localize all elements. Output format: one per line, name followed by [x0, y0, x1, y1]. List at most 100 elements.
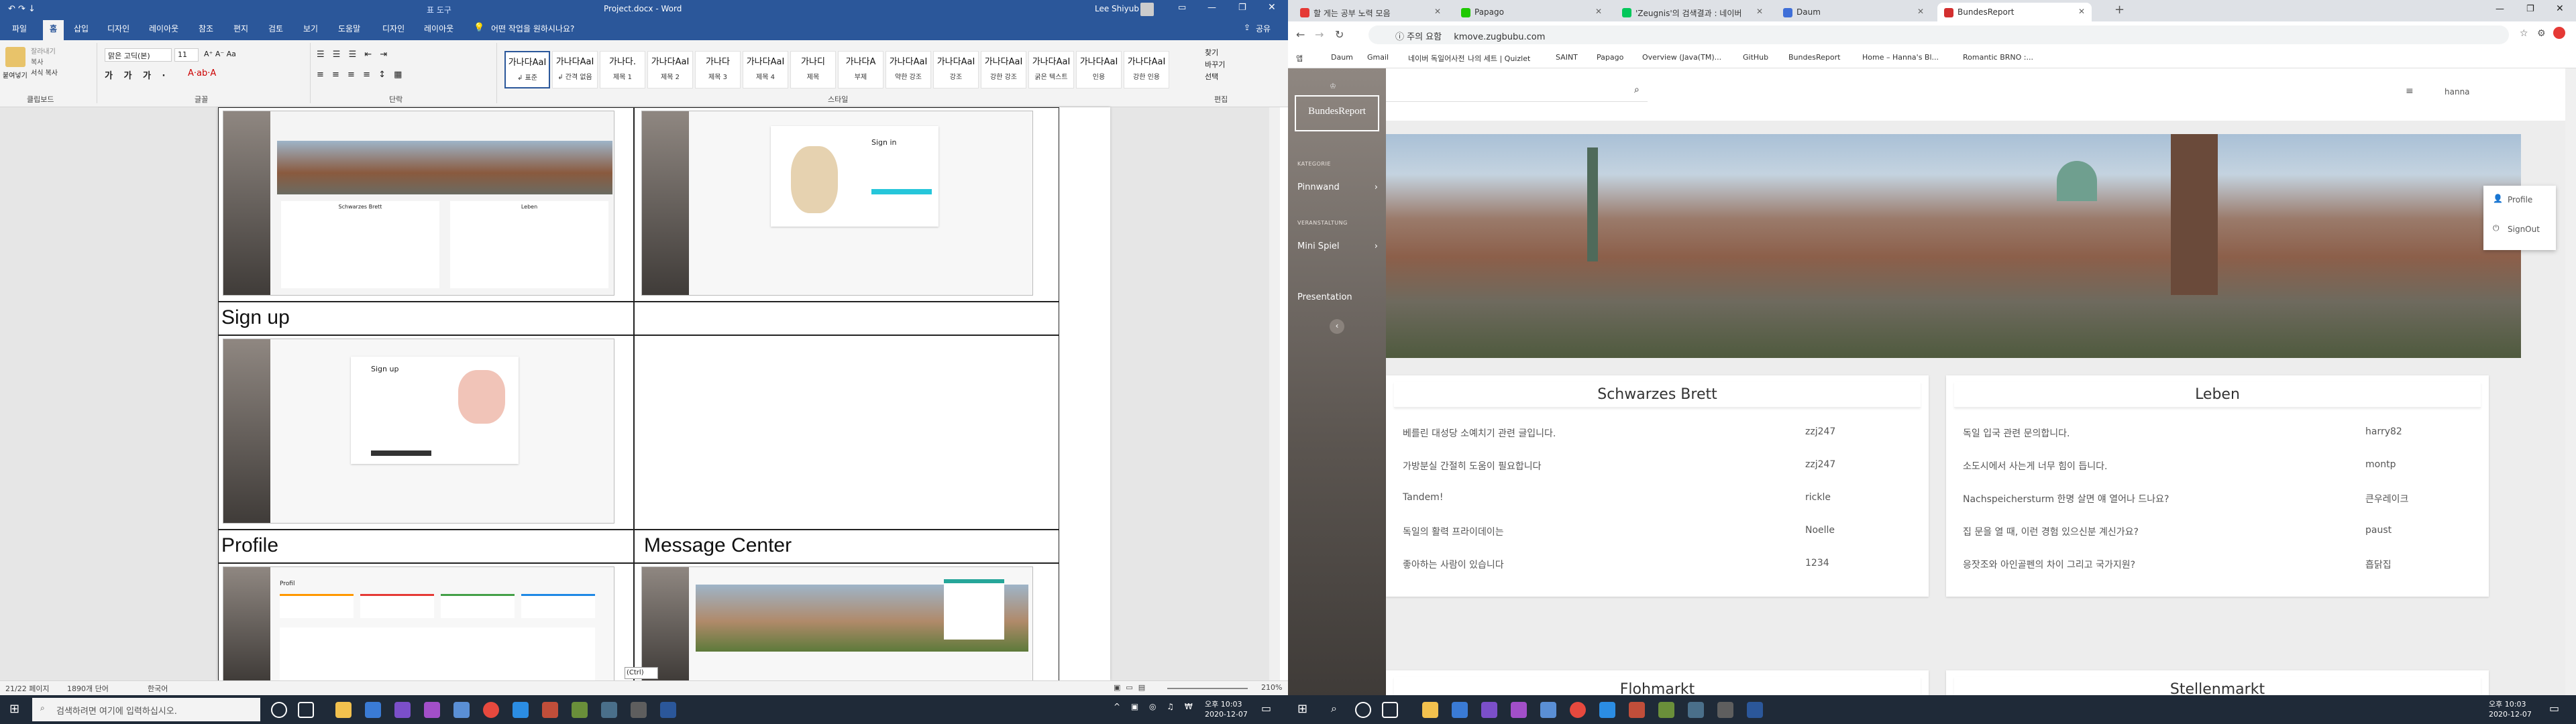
- tab-help[interactable]: 도움말: [338, 23, 360, 34]
- bookmark-item[interactable]: Overview (Java(TM)...: [1642, 53, 1721, 62]
- security-indicator[interactable]: ⓘ 주의 요함: [1395, 32, 1442, 42]
- app-icon[interactable]: [1452, 702, 1468, 718]
- zoom-level[interactable]: 210%: [1261, 683, 1282, 692]
- align-icons[interactable]: ≡ ≡ ≡ ≡ ↕ ▦: [317, 70, 405, 80]
- style-item[interactable]: 가나다AaI 제목 4: [743, 51, 788, 88]
- menu-item-signout[interactable]: SignOut: [2508, 225, 2540, 234]
- user-name[interactable]: Lee Shiyub: [1095, 4, 1139, 13]
- ribbon-display-icon[interactable]: ▭: [1178, 3, 1186, 13]
- explorer-icon[interactable]: [335, 702, 352, 718]
- bookmark-item[interactable]: 나의 세트 | Quizlet: [1468, 53, 1530, 64]
- grow-font-icon[interactable]: A⁺ A⁻ Aa: [204, 50, 236, 58]
- app-icon[interactable]: [601, 702, 617, 718]
- site-logo[interactable]: BundesReport: [1295, 95, 1379, 131]
- bookmark-item[interactable]: Romantic BRNO :...: [1963, 53, 2033, 62]
- copy-button[interactable]: 복사: [31, 56, 43, 66]
- app-icon[interactable]: [1629, 702, 1645, 718]
- tab-view[interactable]: 보기: [303, 23, 318, 34]
- board-row[interactable]: 소도시에서 사는게 너무 힘이 듭니다. montp: [1963, 459, 2472, 475]
- table-cell[interactable]: Schwarzes Brett Leben: [218, 107, 634, 302]
- board-row[interactable]: 독일 입국 관련 문의합니다. harry82: [1963, 426, 2472, 442]
- style-item[interactable]: 가나다AaI 약한 강조: [885, 51, 931, 88]
- tab-layout[interactable]: 레이아웃: [149, 23, 178, 34]
- paste-options-button[interactable]: (Ctrl): [625, 667, 658, 679]
- back-icon[interactable]: ←: [1296, 28, 1305, 41]
- style-item[interactable]: 가나다AaI 강조: [933, 51, 979, 88]
- board-row[interactable]: 독일의 활력 프라이데이는 Noelle: [1403, 525, 1912, 541]
- app-icon[interactable]: [1658, 702, 1674, 718]
- font-name-select[interactable]: 맑은 고딕(본): [105, 48, 172, 62]
- extensions-icon[interactable]: ⚙: [2537, 28, 2546, 39]
- nav-item-presentation[interactable]: Presentation: [1297, 292, 1378, 302]
- board-title[interactable]: Flohmarkt: [1394, 677, 1921, 695]
- post-title[interactable]: 독일 입국 관련 문의합니다.: [1963, 426, 2070, 440]
- board-title[interactable]: Leben: [1954, 382, 2481, 408]
- tab-file[interactable]: 파일: [12, 23, 27, 34]
- maximize-icon[interactable]: ❐: [2526, 4, 2534, 14]
- style-item[interactable]: 가나다AaI 강한 인용: [1124, 51, 1169, 88]
- cortana-icon[interactable]: [1355, 702, 1371, 718]
- browser-tab[interactable]: Daum ✕: [1776, 3, 1931, 21]
- table-cell[interactable]: Profile: [218, 530, 634, 563]
- style-item[interactable]: 가나다A 부제: [838, 51, 883, 88]
- board-title[interactable]: Stellenmarkt: [1954, 677, 2481, 695]
- board-row[interactable]: 집 문을 열 때, 이런 경험 있으신분 계신가요? paust: [1963, 525, 2472, 541]
- tab-close-icon[interactable]: ✕: [2078, 7, 2085, 16]
- page-count[interactable]: 21/22 페이지: [5, 683, 50, 694]
- word-icon[interactable]: [1747, 702, 1763, 718]
- cortana-icon[interactable]: [271, 702, 287, 718]
- find-button[interactable]: 찾기: [1205, 47, 1218, 58]
- table-cell[interactable]: Message Center: [634, 530, 1059, 563]
- format-painter-button[interactable]: 서식 복사: [31, 67, 58, 77]
- chrome-icon[interactable]: [1570, 702, 1586, 718]
- clock-time[interactable]: 오후 10:03: [2489, 699, 2526, 709]
- minimize-icon[interactable]: —: [1208, 3, 1216, 13]
- bold-italic-underline-buttons[interactable]: 가 가 가 ·: [105, 68, 169, 81]
- close-icon[interactable]: ✕: [1268, 2, 1276, 13]
- bookmark-item[interactable]: SAINT: [1556, 53, 1578, 62]
- post-title[interactable]: 독일의 활력 프라이데이는: [1403, 525, 1504, 538]
- language[interactable]: 한국어: [148, 683, 168, 694]
- task-view-icon[interactable]: [298, 702, 314, 718]
- tab-home[interactable]: 홈: [43, 20, 64, 40]
- share-button[interactable]: 공유: [1256, 23, 1271, 34]
- select-button[interactable]: 선택: [1205, 71, 1218, 82]
- table-cell[interactable]: Sign in: [634, 107, 1059, 302]
- post-title[interactable]: 가방분실 간절히 도움이 필요합니다: [1403, 459, 1542, 473]
- star-icon[interactable]: ☆: [2520, 28, 2528, 39]
- tell-me-search[interactable]: 어떤 작업을 원하시나요?: [491, 23, 574, 34]
- post-title[interactable]: 소도시에서 사는게 너무 힘이 듭니다.: [1963, 459, 2107, 473]
- board-row[interactable]: Nachspeichersturm 한명 살면 얘 열어나 드나요? 큰우레이크: [1963, 492, 2472, 508]
- browser-tab[interactable]: 'Zeugnis'의 검색결과 : 네이버 ✕: [1615, 3, 1770, 21]
- task-view-icon[interactable]: [1382, 702, 1398, 718]
- table-cell[interactable]: [634, 335, 1059, 530]
- notification-icon[interactable]: ▭: [2549, 702, 2559, 715]
- visual-studio-icon[interactable]: [424, 702, 440, 718]
- clock-time[interactable]: 오후 10:03: [1205, 699, 1242, 709]
- bookmark-item[interactable]: 네이버 독일어사전: [1408, 53, 1464, 64]
- search-icon[interactable]: ⌕: [1634, 84, 1640, 95]
- board-row[interactable]: 가방분실 간절히 도움이 필요합니다 zzj247: [1403, 459, 1912, 475]
- app-icon[interactable]: [631, 702, 647, 718]
- tab-review[interactable]: 검토: [268, 23, 283, 34]
- menu-item-profile[interactable]: Profile: [2508, 195, 2532, 204]
- style-item[interactable]: 가나다AaI ↲ 간격 없음: [552, 51, 598, 88]
- app-icon[interactable]: [1688, 702, 1704, 718]
- table-cell[interactable]: Sign up: [218, 302, 634, 335]
- style-item[interactable]: 가나다AaI 강한 강조: [981, 51, 1026, 88]
- style-item[interactable]: 가나다 제목 3: [695, 51, 741, 88]
- tray-icons[interactable]: ^ ▣ ◎ ♫ ₩: [1114, 702, 1197, 711]
- bookmark-item[interactable]: 앱: [1296, 53, 1303, 64]
- font-color-icon[interactable]: A·ab·A: [188, 68, 216, 78]
- search-icon[interactable]: ⌕: [1331, 702, 1337, 715]
- quick-access-toolbar[interactable]: ↶ ↷ ↓: [8, 4, 36, 14]
- tab-insert[interactable]: 삽입: [74, 23, 89, 34]
- share-icon[interactable]: ⇪: [1244, 23, 1250, 32]
- forward-icon[interactable]: →: [1315, 28, 1324, 41]
- styles-gallery[interactable]: 가나다AaI ↲ 표준 가나다AaI ↲ 간격 없음 가나다. 제목 1 가나다AaI 제목 …: [502, 40, 1175, 94]
- app-icon[interactable]: [394, 702, 411, 718]
- profile-avatar[interactable]: [2553, 27, 2565, 39]
- document-page[interactable]: Schwarzes Brett Leben Sign in Sign up Si…: [218, 107, 1110, 681]
- table-cell[interactable]: [634, 302, 1059, 335]
- vertical-scrollbar[interactable]: [1269, 107, 1280, 680]
